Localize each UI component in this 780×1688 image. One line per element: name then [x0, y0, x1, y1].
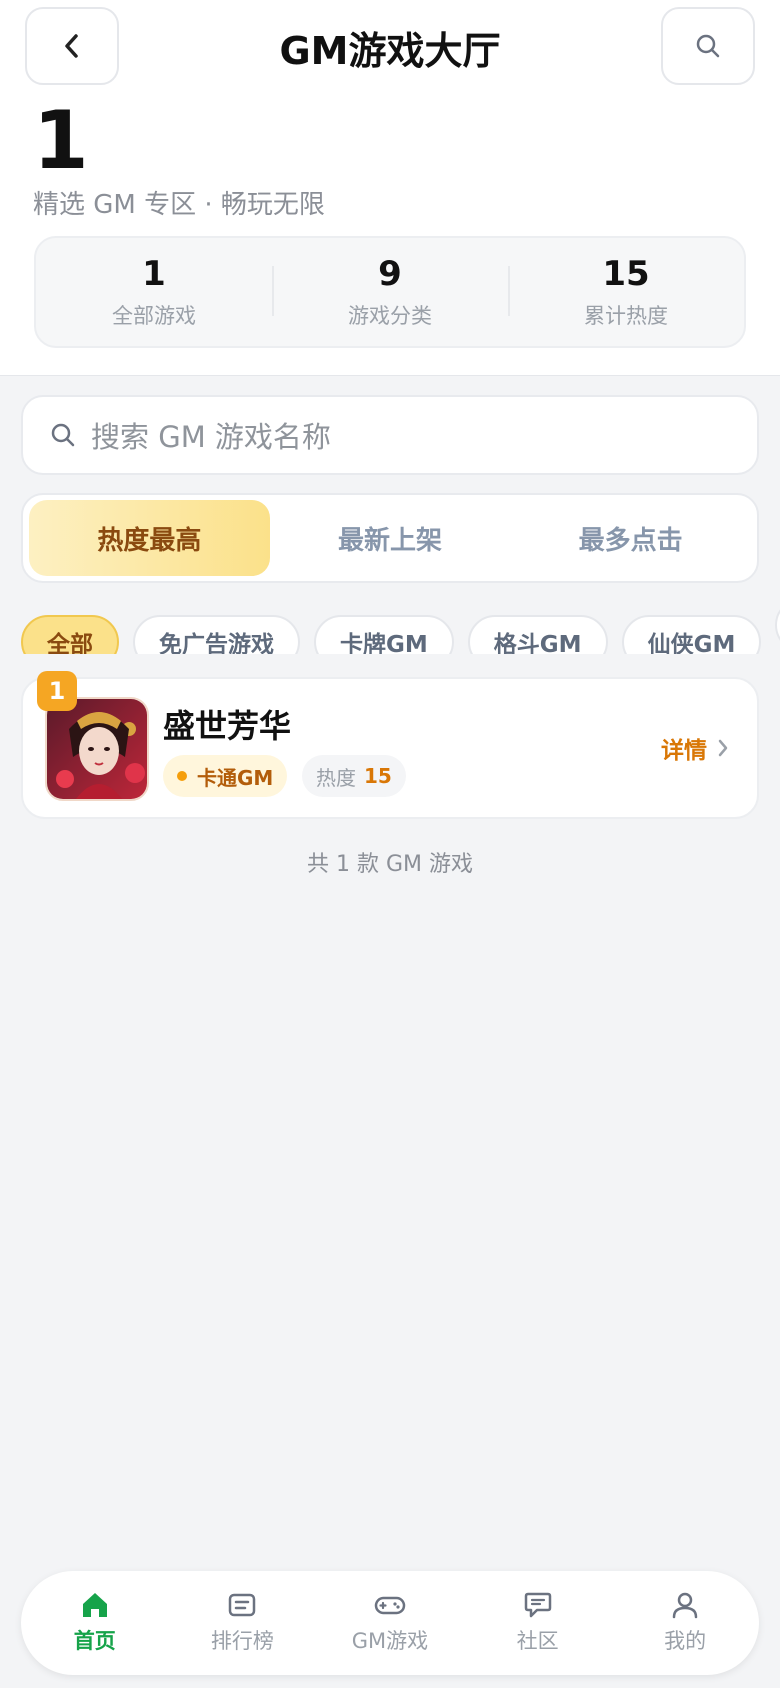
search-input[interactable]: 搜索 GM 游戏名称	[21, 395, 759, 475]
game-thumbnail	[45, 697, 149, 801]
chevron-right-icon	[718, 739, 728, 757]
tab-most-clicked[interactable]: 最多点击	[510, 500, 751, 576]
list-icon	[229, 1593, 256, 1617]
chat-icon	[524, 1592, 551, 1618]
tab-newest[interactable]: 最新上架	[270, 500, 511, 576]
stats-panel: 1 全部游戏 9 游戏分类 15 累计热度	[34, 236, 746, 348]
user-icon	[672, 1592, 698, 1619]
detail-link[interactable]: 详情	[661, 731, 729, 765]
nav-label: 排行榜	[210, 1629, 274, 1653]
genre-label: 卡通GM	[197, 765, 274, 790]
home-icon	[82, 1593, 107, 1617]
stat-categories: 9 游戏分类	[272, 238, 508, 346]
header-section: GM游戏大厅 1 精选 GM 专区 · 畅玩无限 1 全部游戏 9 游戏分类 1…	[0, 0, 780, 376]
game-title: 盛世芳华	[163, 707, 292, 745]
nav-gm-games[interactable]: GM游戏	[316, 1591, 464, 1655]
heat-label: 热度	[316, 765, 356, 790]
chip-xianxia-gm[interactable]: 仙侠GM	[621, 615, 762, 654]
stat-value: 1	[142, 254, 166, 294]
dot-icon	[177, 771, 187, 781]
nav-ranking[interactable]: 排行榜	[169, 1591, 317, 1655]
nav-label: 我的	[664, 1629, 707, 1653]
game-card[interactable]: 1 盛世芳华 卡通GM 热度 15 详情	[21, 671, 759, 819]
detail-label: 详情	[661, 738, 707, 764]
gamepad-icon	[374, 1596, 406, 1615]
stat-value: 9	[378, 254, 402, 294]
chip-all[interactable]: 全部	[21, 615, 119, 654]
search-icon	[696, 34, 720, 58]
nav-label: 社区	[516, 1629, 559, 1653]
chip-more[interactable]	[775, 598, 780, 652]
page: GM游戏大厅 1 精选 GM 专区 · 畅玩无限 1 全部游戏 9 游戏分类 1…	[0, 0, 780, 1688]
hero-number: 1	[33, 94, 89, 187]
hero-subtitle: 精选 GM 专区 · 畅玩无限	[33, 190, 325, 220]
bottom-nav: 首页 排行榜 GM游戏 社区 我的	[21, 1571, 759, 1675]
total-count: 共 1 款 GM 游戏	[307, 852, 473, 877]
category-chips: 全部 免广告游戏 卡牌GM 格斗GM 仙侠GM	[21, 598, 780, 654]
chip-ad-free[interactable]: 免广告游戏	[133, 615, 300, 654]
header-search-button[interactable]	[661, 7, 755, 85]
stat-label: 全部游戏	[112, 304, 196, 328]
search-icon	[51, 423, 75, 447]
chip-card-gm[interactable]: 卡牌GM	[314, 615, 454, 654]
genre-tag: 卡通GM	[163, 755, 288, 797]
tab-hottest[interactable]: 热度最高	[29, 500, 270, 576]
stat-value: 15	[602, 254, 650, 294]
stat-label: 游戏分类	[348, 304, 432, 328]
stat-label: 累计热度	[584, 304, 668, 328]
heat-tag: 热度 15	[302, 755, 406, 797]
nav-community[interactable]: 社区	[464, 1591, 612, 1655]
chip-fighting-gm[interactable]: 格斗GM	[467, 615, 608, 654]
nav-home[interactable]: 首页	[21, 1591, 169, 1655]
stat-all-games: 1 全部游戏	[36, 238, 272, 346]
rank-badge: 1	[37, 671, 77, 711]
sort-tabs: 热度最高 最新上架 最多点击	[21, 493, 759, 583]
heat-value: 15	[364, 764, 392, 788]
nav-label: GM游戏	[351, 1629, 429, 1653]
search-placeholder: 搜索 GM 游戏名称	[91, 420, 331, 454]
nav-label: 首页	[73, 1629, 116, 1653]
stat-total-heat: 15 累计热度	[508, 238, 744, 346]
nav-profile[interactable]: 我的	[611, 1591, 759, 1655]
